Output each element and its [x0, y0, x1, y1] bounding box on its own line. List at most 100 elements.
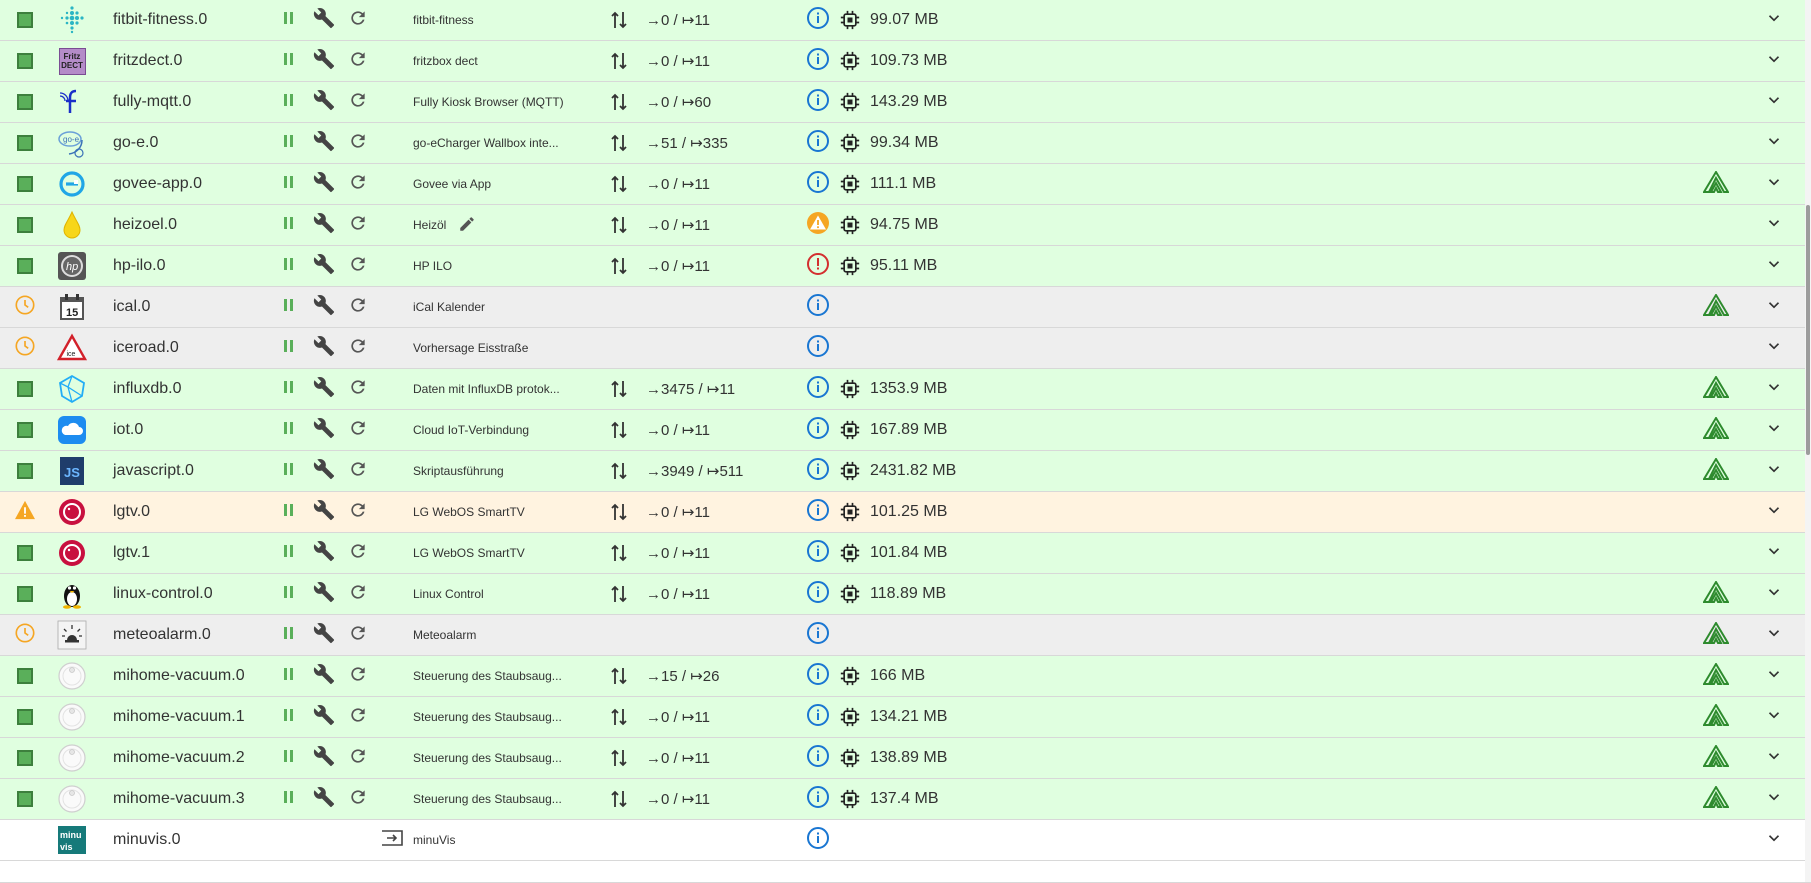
restart-button[interactable]: [346, 41, 370, 81]
sentry-indicator[interactable]: [1700, 574, 1732, 614]
expand-row-button[interactable]: [1762, 123, 1786, 163]
pause-button[interactable]: [280, 164, 298, 204]
restart-button[interactable]: [346, 369, 370, 409]
restart-button[interactable]: [346, 656, 370, 696]
pause-button[interactable]: [280, 123, 298, 163]
pause-button[interactable]: [280, 574, 298, 614]
settings-button[interactable]: [311, 492, 337, 532]
restart-button[interactable]: [346, 779, 370, 819]
settings-button[interactable]: [311, 123, 337, 163]
info-button[interactable]: [805, 779, 831, 819]
pause-button[interactable]: [280, 615, 298, 655]
settings-button[interactable]: [311, 41, 337, 81]
restart-button[interactable]: [346, 574, 370, 614]
expand-row-button[interactable]: [1762, 533, 1786, 573]
info-button[interactable]: [805, 164, 831, 204]
settings-button[interactable]: [311, 410, 337, 450]
pause-button[interactable]: [280, 205, 298, 245]
pause-button[interactable]: [280, 82, 298, 122]
info-button[interactable]: [805, 205, 831, 245]
settings-button[interactable]: [311, 246, 337, 286]
sentry-indicator[interactable]: [1700, 697, 1732, 737]
instance-row[interactable]: lgtv.0 LG WebOS SmartTV →0 / ↦11 101.25 …: [0, 492, 1805, 533]
restart-button[interactable]: [346, 451, 370, 491]
settings-button[interactable]: [311, 697, 337, 737]
expand-row-button[interactable]: [1762, 246, 1786, 286]
info-button[interactable]: [805, 410, 831, 450]
info-button[interactable]: [805, 492, 831, 532]
restart-button[interactable]: [346, 164, 370, 204]
open-web-button[interactable]: [378, 820, 406, 860]
pause-button[interactable]: [280, 697, 298, 737]
instance-row[interactable]: govee-app.0 Govee via App →0 / ↦11 111.1…: [0, 164, 1805, 205]
settings-button[interactable]: [311, 574, 337, 614]
expand-row-button[interactable]: [1762, 656, 1786, 696]
settings-button[interactable]: [311, 328, 337, 368]
settings-button[interactable]: [311, 779, 337, 819]
restart-button[interactable]: [346, 328, 370, 368]
settings-button[interactable]: [311, 0, 337, 40]
settings-button[interactable]: [311, 82, 337, 122]
expand-row-button[interactable]: [1762, 205, 1786, 245]
restart-button[interactable]: [346, 0, 370, 40]
info-button[interactable]: [805, 287, 831, 327]
info-button[interactable]: [805, 656, 831, 696]
instance-row[interactable]: 15 ical.0 iCal Kalender: [0, 287, 1805, 328]
expand-row-button[interactable]: [1762, 0, 1786, 40]
scrollbar[interactable]: [1805, 0, 1811, 883]
expand-row-button[interactable]: [1762, 369, 1786, 409]
instance-row[interactable]: JS javascript.0 Skriptausführung →3949 /…: [0, 451, 1805, 492]
pause-button[interactable]: [280, 287, 298, 327]
expand-row-button[interactable]: [1762, 287, 1786, 327]
pause-button[interactable]: [280, 369, 298, 409]
pause-button[interactable]: [280, 246, 298, 286]
instance-row[interactable]: Fritz DECT fritzdect.0 fritzbox dect →0 …: [0, 41, 1805, 82]
instance-row[interactable]: mihome-vacuum.0 Steuerung des Staubsaug.…: [0, 656, 1805, 697]
sentry-indicator[interactable]: [1700, 287, 1732, 327]
sentry-indicator[interactable]: [1700, 615, 1732, 655]
settings-button[interactable]: [311, 369, 337, 409]
settings-button[interactable]: [311, 738, 337, 778]
expand-row-button[interactable]: [1762, 410, 1786, 450]
restart-button[interactable]: [346, 123, 370, 163]
sentry-indicator[interactable]: [1700, 410, 1732, 450]
info-button[interactable]: [805, 820, 831, 860]
restart-button[interactable]: [346, 410, 370, 450]
settings-button[interactable]: [311, 451, 337, 491]
info-button[interactable]: [805, 246, 831, 286]
restart-button[interactable]: [346, 492, 370, 532]
pause-button[interactable]: [280, 328, 298, 368]
info-button[interactable]: [805, 123, 831, 163]
settings-button[interactable]: [311, 205, 337, 245]
expand-row-button[interactable]: [1762, 615, 1786, 655]
pause-button[interactable]: [280, 451, 298, 491]
expand-row-button[interactable]: [1762, 451, 1786, 491]
info-button[interactable]: [805, 615, 831, 655]
expand-row-button[interactable]: [1762, 41, 1786, 81]
sentry-indicator[interactable]: [1700, 779, 1732, 819]
pause-button[interactable]: [280, 533, 298, 573]
settings-button[interactable]: [311, 656, 337, 696]
settings-button[interactable]: [311, 164, 337, 204]
instance-row[interactable]: minu vis minuvis.0 minuVis: [0, 820, 1805, 861]
expand-row-button[interactable]: [1762, 82, 1786, 122]
settings-button[interactable]: [311, 287, 337, 327]
restart-button[interactable]: [346, 82, 370, 122]
info-button[interactable]: [805, 533, 831, 573]
sentry-indicator[interactable]: [1700, 369, 1732, 409]
instance-row[interactable]: linux-control.0 Linux Control →0 / ↦11 1…: [0, 574, 1805, 615]
scrollbar-thumb[interactable]: [1806, 205, 1810, 455]
info-button[interactable]: [805, 82, 831, 122]
instance-row[interactable]: mihome-vacuum.2 Steuerung des Staubsaug.…: [0, 738, 1805, 779]
info-button[interactable]: [805, 697, 831, 737]
restart-button[interactable]: [346, 615, 370, 655]
instance-row[interactable]: fitbit-fitness.0 fitbit-fitness →0 / ↦11…: [0, 0, 1805, 41]
expand-row-button[interactable]: [1762, 820, 1786, 860]
expand-row-button[interactable]: [1762, 574, 1786, 614]
settings-button[interactable]: [311, 615, 337, 655]
instance-row[interactable]: lgtv.1 LG WebOS SmartTV →0 / ↦11 101.84 …: [0, 533, 1805, 574]
edit-title-button[interactable]: [458, 215, 476, 236]
pause-button[interactable]: [280, 410, 298, 450]
info-button[interactable]: [805, 574, 831, 614]
info-button[interactable]: [805, 451, 831, 491]
